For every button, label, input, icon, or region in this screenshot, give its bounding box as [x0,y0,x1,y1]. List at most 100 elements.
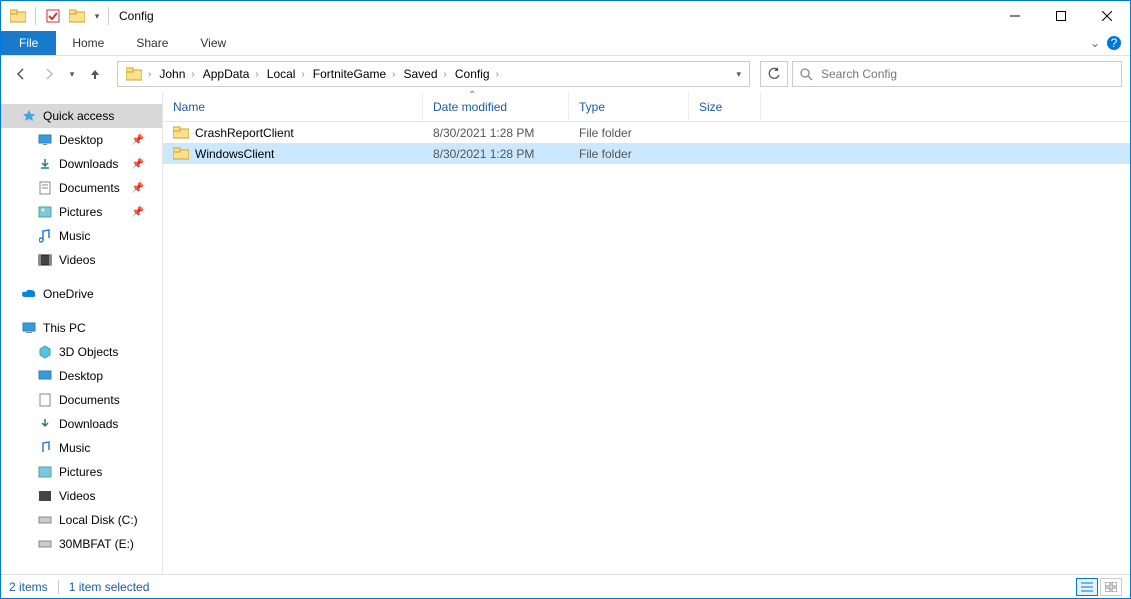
svg-text:?: ? [1111,36,1118,50]
breadcrumb-item[interactable]: Local› [263,67,309,81]
search-box[interactable] [792,61,1122,87]
chevron-right-icon[interactable]: › [301,69,304,80]
folder-icon[interactable] [7,5,29,27]
breadcrumb-root-icon[interactable]: › [122,67,155,81]
tab-home[interactable]: Home [56,31,120,55]
sidebar-item-label: Music [59,229,90,243]
drive-icon [37,512,53,528]
downloads-icon [37,416,53,432]
navigation-pane[interactable]: Quick access Desktop📌 Downloads📌 Documen… [1,92,163,574]
separator [58,580,59,594]
qat-dropdown-icon[interactable]: ▾ [90,5,104,27]
this-pc-icon [21,320,37,336]
chevron-right-icon[interactable]: › [148,69,151,80]
file-name: WindowsClient [195,147,274,161]
separator [108,7,109,25]
maximize-button[interactable] [1038,1,1084,31]
sidebar-item-label: Desktop [59,133,103,147]
pin-icon: 📌 [132,207,144,218]
chevron-right-icon[interactable]: › [392,69,395,80]
back-button[interactable] [9,62,33,86]
downloads-icon [37,156,53,172]
close-button[interactable] [1084,1,1130,31]
sidebar-this-pc[interactable]: This PC [1,316,162,340]
sidebar-item-pc-desktop[interactable]: Desktop [1,364,162,388]
sidebar-item-label: Local Disk (C:) [59,513,138,527]
forward-button[interactable] [37,62,61,86]
pin-icon: 📌 [132,183,144,194]
sidebar-item-label: Desktop [59,369,103,383]
sidebar-item-local-disk-c[interactable]: Local Disk (C:) [1,508,162,532]
new-folder-icon[interactable] [66,5,88,27]
videos-icon [37,488,53,504]
minimize-button[interactable] [992,1,1038,31]
folder-icon [173,147,189,160]
ribbon-expand-icon[interactable]: ⌄ [1090,36,1100,50]
chevron-right-icon[interactable]: › [444,69,447,80]
column-size[interactable]: Size [689,92,761,121]
status-bar: 2 items 1 item selected [1,574,1130,598]
sidebar-item-label: This PC [43,321,86,335]
sidebar-item-label: Videos [59,253,95,267]
sidebar-item-music[interactable]: Music [1,224,162,248]
sidebar-quick-access[interactable]: Quick access [1,104,162,128]
chevron-right-icon[interactable]: › [496,69,499,80]
file-type: File folder [569,126,689,140]
sidebar-item-drive-e[interactable]: 30MBFAT (E:) [1,532,162,556]
file-type: File folder [569,147,689,161]
sidebar-item-label: Downloads [59,157,118,171]
column-type[interactable]: Type [569,92,689,121]
properties-icon[interactable] [42,5,64,27]
sidebar-item-label: 30MBFAT (E:) [59,537,134,551]
refresh-button[interactable] [760,61,788,87]
chevron-right-icon[interactable]: › [255,69,258,80]
sidebar-item-pc-downloads[interactable]: Downloads [1,412,162,436]
file-tab[interactable]: File [1,31,56,55]
quick-access-icon [21,108,37,124]
music-icon [37,228,53,244]
file-name: CrashReportClient [195,126,294,140]
sidebar-item-3d-objects[interactable]: 3D Objects [1,340,162,364]
column-date[interactable]: Date modified [423,92,569,121]
documents-icon [37,180,53,196]
address-dropdown-icon[interactable]: ▾ [732,69,745,80]
recent-dropdown-icon[interactable]: ▾ [65,62,79,86]
sidebar-item-pc-pictures[interactable]: Pictures [1,460,162,484]
breadcrumb-item[interactable]: John› [155,67,198,81]
sidebar-item-pc-documents[interactable]: Documents [1,388,162,412]
sidebar-item-pc-music[interactable]: Music [1,436,162,460]
search-input[interactable] [821,67,1115,81]
sidebar-item-pc-videos[interactable]: Videos [1,484,162,508]
column-name[interactable]: Name [163,92,423,121]
sidebar-item-downloads[interactable]: Downloads 📌 [1,152,162,176]
breadcrumb-item[interactable]: AppData› [199,67,263,81]
sidebar-item-videos[interactable]: Videos [1,248,162,272]
ribbon: File Home Share View ⌄ ? [1,31,1130,56]
nav-row: ▾ › John› AppData› Local› FortniteGame› … [1,56,1130,92]
list-item[interactable]: WindowsClient 8/30/2021 1:28 PM File fol… [163,143,1130,164]
breadcrumb-item[interactable]: Saved› [400,67,451,81]
file-list[interactable]: CrashReportClient 8/30/2021 1:28 PM File… [163,122,1130,574]
sidebar-item-desktop[interactable]: Desktop📌 [1,128,162,152]
details-view-button[interactable] [1076,578,1098,596]
status-item-count: 2 items [9,580,48,594]
chevron-right-icon[interactable]: › [191,69,194,80]
breadcrumb-item[interactable]: Config› [451,67,503,81]
thumbnails-view-button[interactable] [1100,578,1122,596]
help-icon[interactable]: ? [1106,35,1122,51]
tab-view[interactable]: View [184,31,242,55]
list-item[interactable]: CrashReportClient 8/30/2021 1:28 PM File… [163,122,1130,143]
separator [35,7,36,25]
content-pane: ⌃ Name Date modified Type Size CrashRepo… [163,92,1130,574]
pin-icon: 📌 [132,159,144,170]
documents-icon [37,392,53,408]
tab-share[interactable]: Share [120,31,184,55]
address-bar[interactable]: › John› AppData› Local› FortniteGame› Sa… [117,61,750,87]
sidebar-item-pictures[interactable]: Pictures📌 [1,200,162,224]
drive-icon [37,536,53,552]
pictures-icon [37,204,53,220]
sidebar-onedrive[interactable]: OneDrive [1,282,162,306]
breadcrumb-item[interactable]: FortniteGame› [309,67,400,81]
sidebar-item-documents[interactable]: Documents📌 [1,176,162,200]
up-button[interactable] [83,62,107,86]
